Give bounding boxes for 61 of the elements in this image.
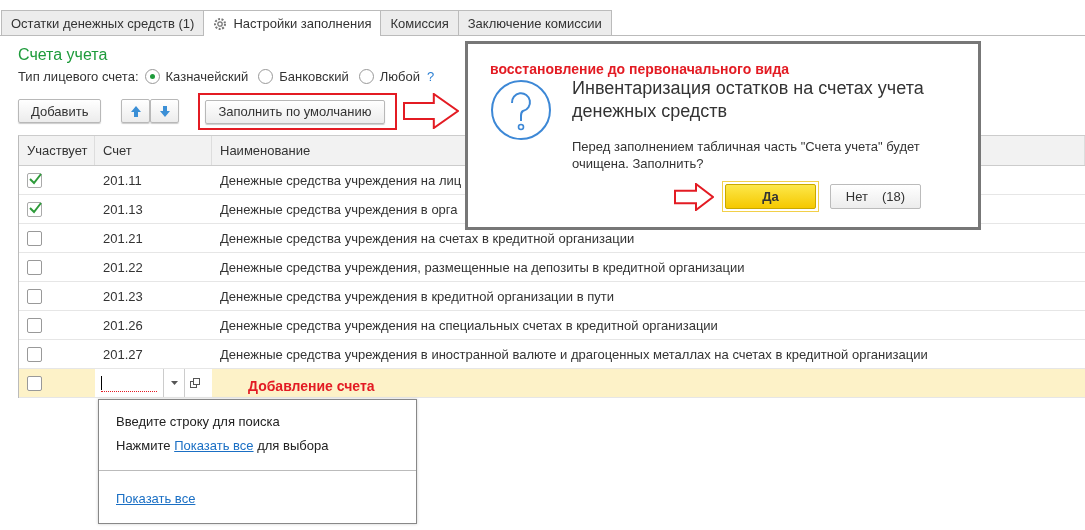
- dialog-message: Перед заполнением табличная часть "Счета учета" будет очищена. Заполнить?: [572, 138, 921, 172]
- dialog-title: Инвентаризация остатков на счетах учета денежных средств: [572, 77, 925, 123]
- table-cell-text: 201.22: [102, 258, 144, 277]
- add-button[interactable]: Добавить: [18, 99, 102, 123]
- checkbox[interactable]: [27, 172, 42, 188]
- check-icon: [28, 200, 43, 214]
- move-down-button[interactable]: [150, 99, 180, 123]
- gear-icon: [213, 16, 228, 31]
- column-header[interactable]: Счет: [95, 136, 212, 165]
- checkbox[interactable]: [27, 288, 42, 304]
- table-cell: Денежные средства учреждения в кредитной организации в пути: [220, 288, 614, 304]
- checkbox[interactable]: [27, 201, 42, 217]
- no-button[interactable]: Нет (18): [830, 184, 921, 209]
- arrow-up-icon: [129, 104, 142, 118]
- table-cell-text: 201.21: [102, 229, 144, 248]
- field-label: Тип лицевого счета:: [18, 69, 139, 84]
- checkbox[interactable]: [27, 259, 42, 275]
- show-all-link[interactable]: Показать все: [174, 438, 254, 453]
- arrow-annotation: [402, 93, 459, 129]
- section-title: Счета учета: [18, 46, 109, 64]
- radio-label[interactable]: Казначейский: [165, 69, 249, 84]
- table-cell-text: 201.13: [102, 200, 144, 219]
- yes-button[interactable]: Да: [725, 184, 816, 209]
- arrow-down-icon: [158, 104, 171, 118]
- hint-text: Нажмите Показать все для выбора: [115, 437, 330, 453]
- table-cell-text: 201.26: [102, 316, 144, 335]
- table-cell: Денежные средства учреждения на специальных счетах в кредитной организации: [220, 317, 718, 333]
- checkbox[interactable]: [27, 230, 42, 246]
- table-cell: Денежные средства учреждения на лиц: [220, 172, 462, 188]
- help-link[interactable]: ?: [426, 69, 435, 84]
- annotation-text: Добавление счета: [248, 378, 375, 394]
- column-header[interactable]: Участвует: [19, 136, 95, 165]
- checkbox[interactable]: [27, 317, 42, 333]
- tab[interactable]: Остатки денежных средств (1): [1, 10, 205, 35]
- question-icon: [490, 79, 552, 141]
- tab[interactable]: Настройки заполнения: [203, 10, 382, 36]
- tab[interactable]: Комиссия: [380, 10, 459, 35]
- check-icon: [28, 171, 43, 185]
- annotation-text: восстановление до первоначального вида: [489, 60, 791, 77]
- radio-button[interactable]: [358, 69, 374, 84]
- table-cell-text: 201.27: [102, 345, 144, 364]
- table-cell-text: 201.23: [102, 287, 144, 306]
- caret-icon: [170, 381, 178, 385]
- table-cell: Денежные средства учреждения, размещенные на депозиты в кредитной организации: [220, 259, 745, 275]
- radio-label[interactable]: Банковский: [279, 69, 349, 84]
- checkbox[interactable]: [27, 346, 42, 362]
- table-cell: Денежные средства учреждения в иностранной валюте и драгоценных металлах на счетах в кредитной организации: [220, 346, 928, 362]
- windows-icon: [190, 378, 200, 388]
- radio-button[interactable]: [258, 69, 274, 84]
- table-cell: Денежные средства учреждения на счетах в кредитной организации: [220, 230, 635, 246]
- account-input[interactable]: [101, 374, 157, 392]
- show-all-link[interactable]: Показать все: [116, 491, 196, 506]
- radio-label[interactable]: Любой: [379, 69, 420, 84]
- checkbox[interactable]: [27, 375, 42, 391]
- table-cell-text: 201.11: [102, 171, 143, 190]
- radio-button[interactable]: [144, 69, 160, 84]
- move-up-button[interactable]: [121, 99, 151, 123]
- hint-text: Введите строку для поиска: [115, 413, 281, 429]
- fill-default-button[interactable]: Заполнить по умолчанию: [205, 99, 385, 124]
- tab[interactable]: Заключение комиссии: [457, 10, 612, 35]
- table-cell: Денежные средства учреждения в орга: [220, 201, 458, 217]
